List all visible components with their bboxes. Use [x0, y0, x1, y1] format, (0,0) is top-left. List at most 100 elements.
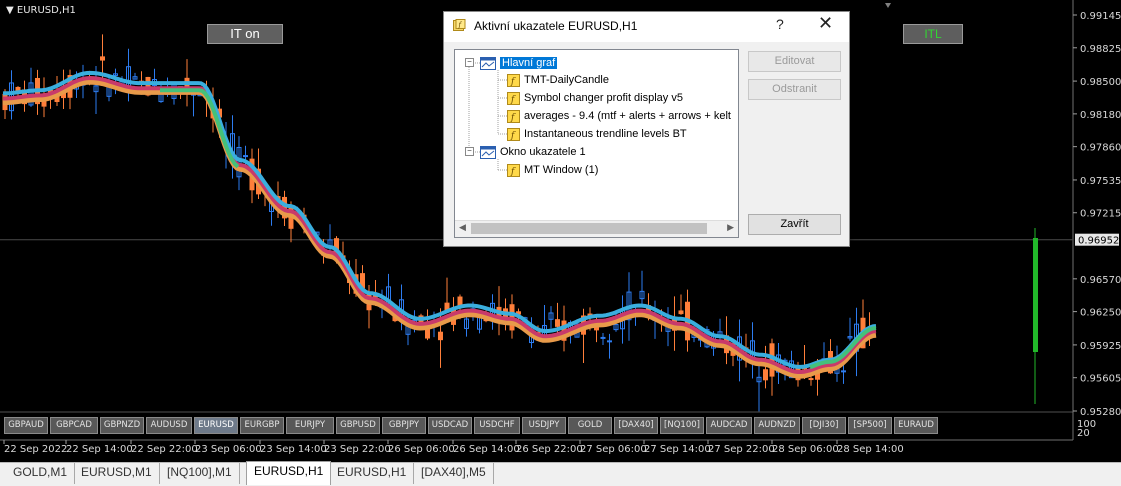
delete-button[interactable]: Odstranit — [748, 79, 841, 100]
candle — [132, 72, 138, 80]
chart-tab[interactable]: [DAX40],M5 — [414, 463, 494, 484]
symbol-button-usdchf[interactable]: USDCHF — [474, 417, 520, 434]
price-tick-label: 0.97215 — [1080, 209, 1121, 220]
symbol-button-audusd[interactable]: AUDUSD — [146, 417, 192, 434]
tree-node-subwindow[interactable]: Okno ukazatele 1 — [480, 144, 586, 160]
price-tick-label: 0.95605 — [1080, 374, 1121, 385]
candle — [600, 332, 606, 346]
price-tick-label: 0.98180 — [1080, 110, 1121, 121]
symbol-button-usdjpy[interactable]: USDJPY — [522, 417, 566, 434]
symbol-button-gbpcad[interactable]: GBPCAD — [50, 417, 98, 434]
subwindow-label: Okno ukazatele 1 — [500, 146, 586, 158]
scroll-thumb[interactable] — [471, 223, 707, 234]
indicator-icon: f — [507, 109, 520, 123]
indicator-icon: f — [507, 127, 520, 141]
symbol-button-gbpusd[interactable]: GBPUSD — [336, 417, 380, 434]
current-price-marker: 0.96952 — [1075, 233, 1119, 247]
candle — [678, 294, 684, 315]
time-tick-label: 22 Sep 2022 — [4, 444, 67, 455]
chart-tab[interactable]: GOLD,M1 — [6, 463, 76, 484]
subwindow-scale-label: 20 — [1077, 428, 1090, 439]
symbol-button-dji30[interactable]: [DJI30] — [802, 417, 846, 434]
time-tick-label: 23 Sep 14:00 — [260, 444, 327, 455]
close-icon[interactable]: ✕ — [818, 13, 833, 34]
price-tick-label: 0.97860 — [1080, 143, 1121, 154]
tree-item-indicator[interactable]: f Instantaneous trendline levels BT — [507, 126, 687, 142]
time-tick-label: 28 Sep 06:00 — [772, 444, 839, 455]
time-tick-label: 23 Sep 22:00 — [324, 444, 391, 455]
dialog-titlebar: f Aktivní ukazatele EURUSD,H1 ? ✕ — [444, 12, 849, 42]
symbol-button-usdcad[interactable]: USDCAD — [428, 417, 472, 434]
symbol-button-dax40[interactable]: [DAX40] — [614, 417, 658, 434]
symbol-button-euraud[interactable]: EURAUD — [894, 417, 938, 434]
chart-tab[interactable]: EURUSD,M1 — [74, 463, 160, 484]
tree-item-indicator[interactable]: f Symbol changer profit display v5 — [507, 90, 683, 106]
chart-window-icon — [480, 56, 496, 70]
time-tick-label: 27 Sep 22:00 — [708, 444, 775, 455]
itl-button[interactable]: ITL — [903, 24, 963, 44]
time-tick-label: 28 Sep 14:00 — [837, 444, 904, 455]
edit-button[interactable]: Editovat — [748, 51, 841, 72]
help-button[interactable]: ? — [776, 16, 784, 32]
time-tick-label: 26 Sep 14:00 — [453, 444, 520, 455]
indicator-icon: f — [507, 73, 520, 87]
active-indicators-dialog: f Aktivní ukazatele EURUSD,H1 ? ✕ − − Hl… — [443, 11, 850, 247]
scroll-marker-icon — [885, 3, 891, 8]
indicator-label: averages - 9.4 (mtf + alerts + arrows + … — [524, 110, 731, 122]
time-tick-label: 23 Sep 06:00 — [195, 444, 262, 455]
main-chart-label: Hlavní graf — [500, 57, 558, 69]
candle — [717, 318, 723, 343]
chart-symbol-label: ▼ EURUSD,H1 — [6, 5, 76, 16]
symbol-button-gbpjpy[interactable]: GBPJPY — [382, 417, 426, 434]
time-tick-label: 26 Sep 22:00 — [516, 444, 583, 455]
scroll-left-icon[interactable]: ◀ — [459, 222, 466, 233]
candle — [847, 317, 853, 341]
symbol-button-audcad[interactable]: AUDCAD — [706, 417, 752, 434]
tree-item-indicator[interactable]: f averages - 9.4 (mtf + alerts + arrows +… — [507, 108, 731, 124]
symbol-button-gold[interactable]: GOLD — [568, 417, 612, 434]
tree-item-subwindow-indicator[interactable]: f MT Window (1) — [507, 162, 598, 178]
price-tick-label: 0.95280 — [1080, 407, 1121, 418]
current-price-label: 0.96952 — [1078, 236, 1119, 247]
tree-horizontal-scrollbar[interactable]: ◀ ▶ — [455, 220, 738, 237]
chart-tab[interactable]: [NQ100],M1 — [160, 463, 240, 484]
price-tick-label: 0.95925 — [1080, 341, 1121, 352]
indicator-icon: f — [507, 91, 520, 105]
candle — [548, 306, 554, 329]
chart-tab[interactable]: EURUSD,H1 — [246, 461, 332, 485]
price-tick-label: 0.98500 — [1080, 77, 1121, 88]
symbol-button-eurjpy[interactable]: EURJPY — [286, 417, 334, 434]
chart-tab[interactable]: EURUSD,H1 — [330, 463, 415, 484]
symbol-button-sp500[interactable]: [SP500] — [848, 417, 892, 434]
candle — [639, 270, 645, 304]
candle — [509, 294, 515, 339]
tree-item-indicator[interactable]: f TMT-DailyCandle — [507, 72, 609, 88]
symbol-text: EURUSD,H1 — [16, 5, 76, 16]
indicator-tree[interactable]: − − Hlavní graf f TMT-DailyCandle f Symbol … — [454, 49, 739, 238]
close-dialog-button[interactable]: Zavřít — [748, 214, 841, 235]
symbol-button-eurusd[interactable]: EURUSD — [194, 417, 238, 434]
time-tick-label: 26 Sep 06:00 — [388, 444, 455, 455]
chart-tabs-bar: GOLD,M1 EURUSD,M1 [NQ100],M1 EURUSD,H1 EURUS… — [0, 461, 1121, 486]
indicator-icon: f — [507, 163, 520, 177]
histogram-bar — [1033, 228, 1038, 404]
indicator-label: TMT-DailyCandle — [524, 74, 609, 86]
price-tick-label: 0.96250 — [1080, 308, 1121, 319]
scroll-right-icon[interactable]: ▶ — [727, 222, 734, 233]
symbol-button-gbpaud[interactable]: GBPAUD — [4, 417, 48, 434]
symbol-button-nq100[interactable]: [NQ100] — [660, 417, 704, 434]
price-tick-label: 0.97535 — [1080, 176, 1121, 187]
candle — [464, 315, 469, 337]
dialog-title: Aktivní ukazatele EURUSD,H1 — [474, 19, 638, 33]
indicator-list-icon: f — [453, 19, 466, 31]
collapse-main-icon[interactable]: − — [465, 58, 474, 67]
collapse-subwindow-icon[interactable]: − — [465, 147, 474, 156]
time-tick-label: 22 Sep 14:00 — [66, 444, 133, 455]
it-on-button[interactable]: IT on — [207, 24, 283, 44]
symbol-button-eurgbp[interactable]: EURGBP — [240, 417, 284, 434]
time-tick-label: 27 Sep 06:00 — [580, 444, 647, 455]
symbol-button-gbpnzd[interactable]: GBPNZD — [100, 417, 144, 434]
symbol-button-audnzd[interactable]: AUDNZD — [754, 417, 800, 434]
tree-node-main-chart[interactable]: Hlavní graf — [480, 55, 558, 71]
time-tick-label: 22 Sep 22:00 — [131, 444, 198, 455]
